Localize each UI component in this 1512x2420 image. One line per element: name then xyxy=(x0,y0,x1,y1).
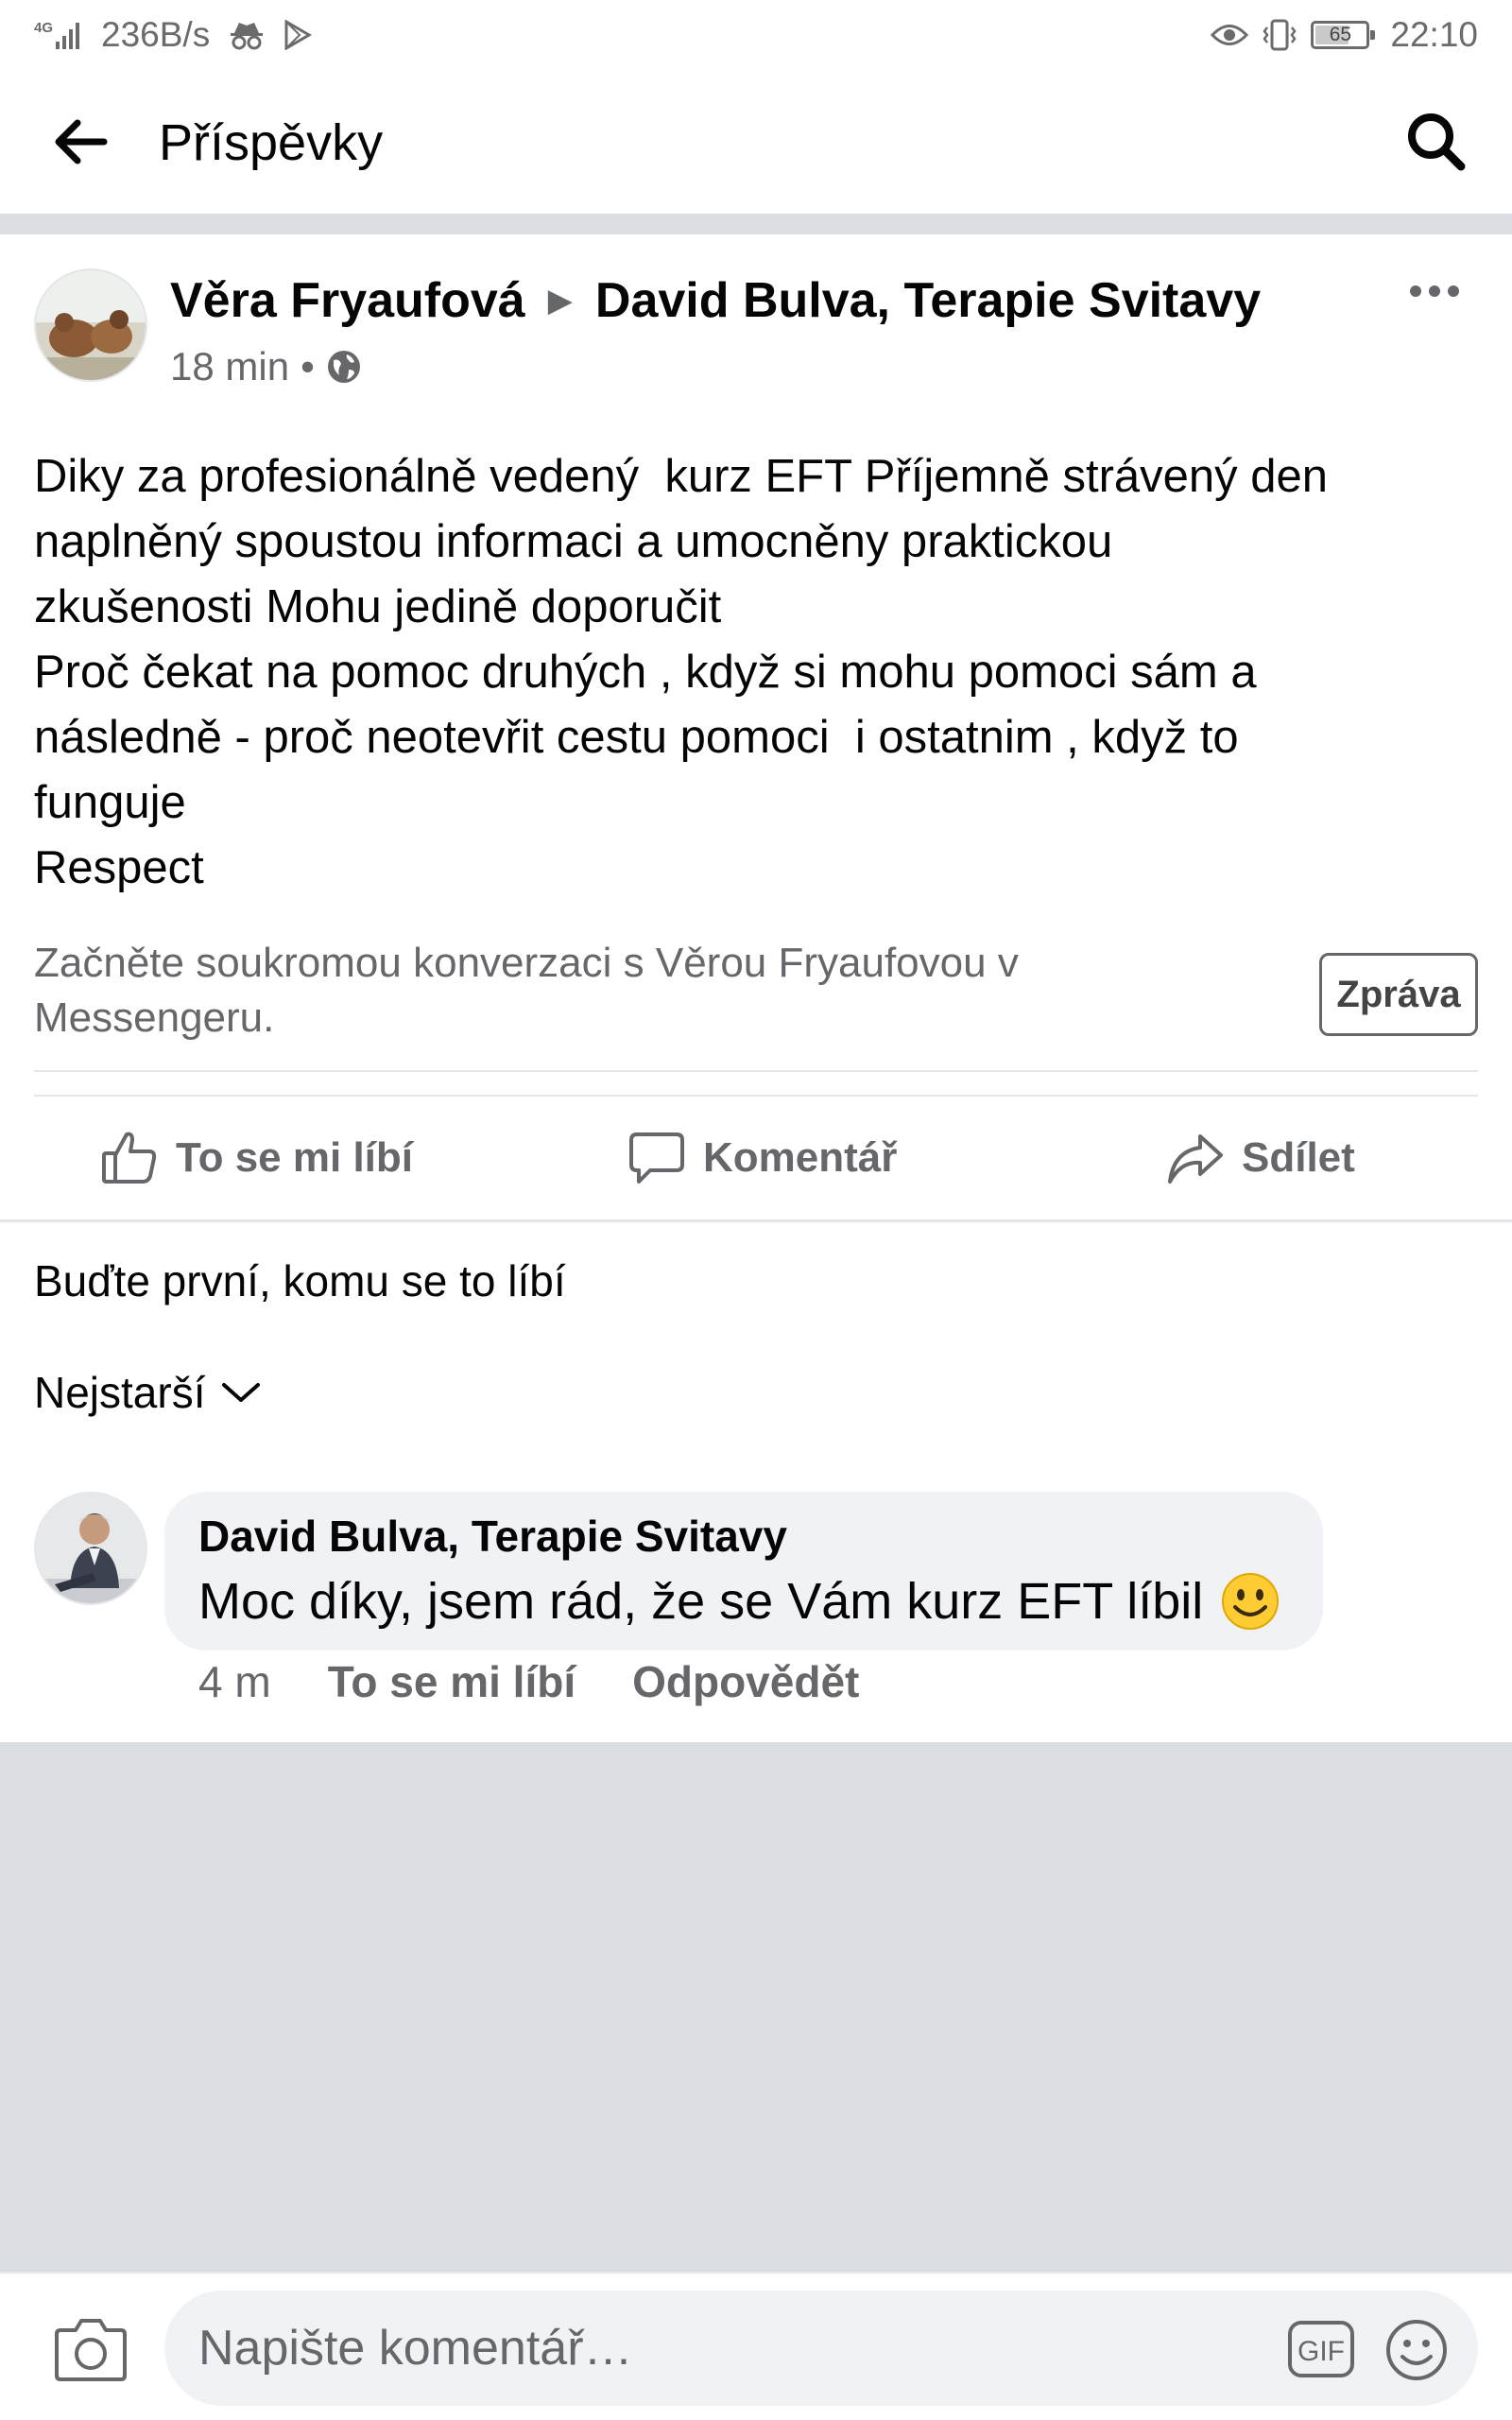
post-actions: To se mi líbí Komentář Sdílet xyxy=(0,1097,1512,1219)
more-options-button[interactable] xyxy=(1408,282,1461,301)
search-button[interactable] xyxy=(1402,108,1469,174)
post-text-line: Diky za profesionálně vedený kurz EFT Př… xyxy=(34,451,1329,502)
triangle-right-icon: ▶ xyxy=(547,283,573,319)
divider xyxy=(34,1070,1478,1072)
comment-text-row: Moc díky, jsem rád, že se Vám kurz EFT l… xyxy=(198,1571,1280,1632)
signal-icon: 4G xyxy=(34,20,82,49)
eye-icon xyxy=(1211,21,1249,49)
comment-sort-dropdown[interactable]: Nejstarší xyxy=(34,1367,262,1418)
meta-separator: • xyxy=(301,344,315,389)
network-type: 4G xyxy=(34,20,54,36)
post-text-line: naplněný spoustou informaci a umocněny p… xyxy=(34,516,1113,567)
camera-button[interactable] xyxy=(53,2313,129,2385)
emoji-icon xyxy=(1386,2320,1447,2380)
status-bar: 4G 236B/s 65 22:10 xyxy=(0,0,1512,70)
incognito-icon xyxy=(229,20,265,50)
post: Věra Fryaufová ▶ David Bulva, Terapie Svit… xyxy=(0,234,1512,1742)
post-text-line: funguje xyxy=(34,777,186,828)
target-page-name[interactable]: David Bulva, Terapie Svitavy xyxy=(595,273,1261,328)
messenger-prompt: Začněte soukromou konverzaci s Věrou Fry… xyxy=(34,940,1019,1041)
avatar-photo-person xyxy=(36,1494,146,1603)
thumbs-up-icon xyxy=(102,1132,157,1184)
comment-reply-button[interactable]: Odpovědět xyxy=(632,1656,859,1707)
divider xyxy=(0,1219,1512,1222)
post-text-line: Proč čekat na pomoc druhých , když si mo… xyxy=(34,647,1257,698)
post-meta: 18 min • xyxy=(170,344,362,389)
comment-like-button[interactable]: To se mi líbí xyxy=(328,1656,576,1707)
comment-input[interactable] xyxy=(198,2290,1238,2406)
like-label: To se mi líbí xyxy=(176,1134,414,1181)
like-button[interactable]: To se mi líbí xyxy=(100,1097,413,1219)
post-text-line: zkušenosti Mohu jedině doporučit xyxy=(34,581,722,632)
commenter-avatar[interactable] xyxy=(34,1492,147,1605)
post-text-line: Respect xyxy=(34,842,204,893)
gif-icon: GIF xyxy=(1288,2321,1354,2377)
battery-level: 65 xyxy=(1329,24,1352,45)
share-label: Sdílet xyxy=(1242,1134,1355,1181)
comment-composer: GIF xyxy=(0,2272,1512,2420)
comment-input-container[interactable]: GIF xyxy=(164,2290,1478,2406)
camera-icon xyxy=(55,2319,127,2381)
post-text-line: následně - proč neotevřit cestu pomoci i… xyxy=(34,712,1239,763)
back-button[interactable] xyxy=(49,112,110,172)
play-store-icon xyxy=(284,20,313,50)
empty-area xyxy=(0,1742,1512,2272)
battery-icon: 65 xyxy=(1311,21,1376,49)
more-horizontal-icon xyxy=(1410,285,1459,297)
comment-button[interactable]: Komentář xyxy=(627,1097,897,1219)
app-header: Příspěvky xyxy=(0,70,1512,214)
comment-label: Komentář xyxy=(703,1134,898,1181)
comment-bubble-icon xyxy=(629,1132,684,1184)
emoji-button[interactable] xyxy=(1383,2317,1450,2383)
post-body: Diky za profesionálně vedený kurz EFT Př… xyxy=(34,444,1489,901)
comment-actions: 4 m To se mi líbí Odpovědět xyxy=(198,1656,859,1707)
comment-time[interactable]: 4 m xyxy=(198,1656,271,1707)
post-time[interactable]: 18 min xyxy=(170,344,289,389)
globe-icon xyxy=(327,351,360,383)
header-separator xyxy=(0,214,1512,234)
clock: 22:10 xyxy=(1390,15,1478,54)
author-avatar[interactable] xyxy=(34,268,147,382)
gif-button[interactable]: GIF xyxy=(1287,2319,1355,2379)
sort-label: Nejstarší xyxy=(34,1368,206,1417)
post-header-names: Věra Fryaufová ▶ David Bulva, Terapie Svit… xyxy=(170,272,1261,329)
back-arrow-icon xyxy=(55,119,108,164)
network-speed: 236B/s xyxy=(101,15,211,54)
share-arrow-icon xyxy=(1168,1134,1223,1184)
avatar-photo-dogs xyxy=(36,270,146,380)
page-title: Příspěvky xyxy=(159,114,384,171)
gif-label: GIF xyxy=(1297,2336,1345,2367)
comment-author[interactable]: David Bulva, Terapie Svitavy xyxy=(198,1511,787,1562)
smiley-emoji-icon xyxy=(1222,1573,1280,1630)
reactions-summary[interactable]: Buďte první, komu se to líbí xyxy=(34,1255,566,1306)
comment-text: Moc díky, jsem rád, že se Vám kurz EFT l… xyxy=(198,1573,1204,1630)
vibrate-icon xyxy=(1262,19,1297,51)
chevron-down-icon xyxy=(222,1383,261,1402)
message-button[interactable]: Zpráva xyxy=(1319,953,1478,1036)
comment-bubble[interactable]: David Bulva, Terapie Svitavy Moc díky, j… xyxy=(164,1492,1323,1651)
author-name[interactable]: Věra Fryaufová xyxy=(170,273,525,328)
share-button[interactable]: Sdílet xyxy=(1166,1097,1355,1219)
search-icon xyxy=(1408,113,1466,171)
